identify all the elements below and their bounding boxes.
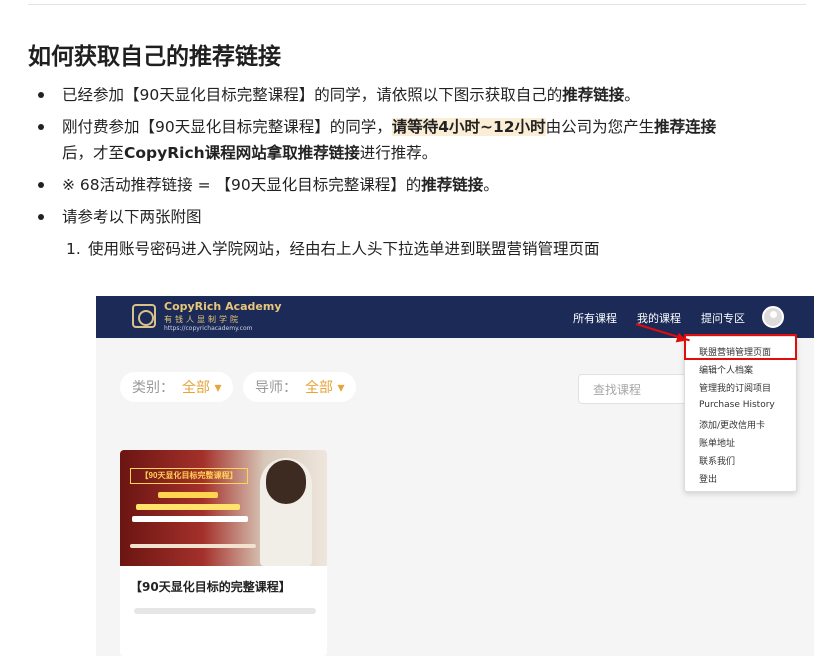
thumb-text-line xyxy=(136,504,240,510)
list-item: 已经参加【90天显化目标完整课程】的同学，请依照以下图示获取自己的推荐链接。 xyxy=(28,82,808,108)
avatar[interactable] xyxy=(762,306,784,328)
brand-subtitle: 有钱人显制学院 xyxy=(164,315,241,324)
nav-all-courses[interactable]: 所有课程 xyxy=(573,310,617,326)
step-number: 1. xyxy=(66,240,81,258)
instructor-filter-value[interactable]: 全部 ▾ xyxy=(305,377,344,397)
thumb-text-line xyxy=(132,516,248,522)
step-text: 使用账号密码进入学院网站，经由右上人头下拉选单进到联盟营销管理页面 xyxy=(88,240,600,258)
bullet3-text: ※ 68活动推荐链接 = 【90天显化目标完整课程】的 xyxy=(62,176,422,194)
bullet3-end: 。 xyxy=(483,176,499,194)
instruction-list: 已经参加【90天显化目标完整课程】的同学，请依照以下图示获取自己的推荐链接。 刚… xyxy=(28,82,808,230)
bullet2-text: 刚付费参加【90天显化目标完整课程】的同学， xyxy=(62,118,392,136)
bullet2-bold2: CopyRich课程网站拿取推荐链接 xyxy=(124,144,360,162)
menu-item-logout[interactable]: 登出 xyxy=(699,472,717,485)
list-item: 请参考以下两张附图 xyxy=(28,204,808,230)
highlight-box xyxy=(684,334,797,360)
menu-item-credit-card[interactable]: 添加/更改信用卡 xyxy=(699,418,765,431)
category-filter-value[interactable]: 全部 ▾ xyxy=(182,377,221,397)
bullet2-bold1: 推荐连接 xyxy=(654,118,717,136)
menu-item-purchase-history[interactable]: Purchase History xyxy=(699,400,775,410)
menu-item-edit-profile[interactable]: 编辑个人档案 xyxy=(699,363,753,376)
brand-url: https://copyrichacademy.com xyxy=(164,325,253,332)
embedded-screenshot: CopyRich Academy 有钱人显制学院 https://copyric… xyxy=(96,296,814,656)
site-navbar: CopyRich Academy 有钱人显制学院 https://copyric… xyxy=(96,296,814,338)
page-title: 如何获取自己的推荐链接 xyxy=(28,44,281,70)
thumb-banner: 【90天显化目标完整课程】 xyxy=(130,468,248,484)
bullet1-text: 已经参加【90天显化目标完整课程】的同学，请依照以下图示获取自己的 xyxy=(62,86,563,104)
bullet2-end: 进行推荐。 xyxy=(359,144,438,162)
bullet2-mid2: 后，才至 xyxy=(62,144,125,162)
instructor-filter-label: 导师： xyxy=(255,380,297,396)
thumb-text-line xyxy=(158,492,218,498)
bullet3-bold: 推荐链接 xyxy=(421,176,484,194)
course-card[interactable]: 【90天显化目标完整课程】 【90天显化目标的完整课程】 xyxy=(120,450,327,656)
bullet4-text: 请参考以下两张附图 xyxy=(62,208,202,226)
menu-item-subscriptions[interactable]: 管理我的订阅项目 xyxy=(699,381,771,394)
search-input[interactable]: 查找课程 xyxy=(578,374,688,404)
menu-item-billing-address[interactable]: 账单地址 xyxy=(699,436,735,449)
menu-item-contact[interactable]: 联系我们 xyxy=(699,454,735,467)
brand-logo-icon xyxy=(132,304,156,328)
course-thumbnail[interactable]: 【90天显化目标完整课程】 xyxy=(120,450,327,566)
top-divider xyxy=(28,4,806,5)
course-title[interactable]: 【90天显化目标的完整课程】 xyxy=(130,578,291,595)
bullet2-mid: 由公司为您产生 xyxy=(545,118,655,136)
category-filter[interactable]: 类别： 全部 ▾ xyxy=(120,372,234,402)
instructor-hair xyxy=(266,460,306,504)
nav-my-courses[interactable]: 我的课程 xyxy=(637,310,681,326)
article: 如何获取自己的推荐链接 已经参加【90天显化目标完整课程】的同学，请依照以下图示… xyxy=(28,40,808,262)
bullet1-bold: 推荐链接 xyxy=(562,86,625,104)
instructor-filter[interactable]: 导师： 全部 ▾ xyxy=(243,372,357,402)
step-list: 1. 使用账号密码进入学院网站，经由右上人头下拉选单进到联盟营销管理页面 xyxy=(28,236,808,262)
category-filter-label: 类别： xyxy=(132,380,174,396)
list-item: 刚付费参加【90天显化目标完整课程】的同学，请等待4小时~12小时由公司为您产生… xyxy=(28,114,808,166)
nav-questions[interactable]: 提问专区 xyxy=(701,310,745,326)
course-progress-bar xyxy=(134,608,316,614)
list-item: ※ 68活动推荐链接 = 【90天显化目标完整课程】的推荐链接。 xyxy=(28,172,808,198)
brand-name: CopyRich Academy xyxy=(164,300,282,313)
bullet2-highlight: 请等待4小时~12小时 xyxy=(391,118,546,136)
step-item: 1. 使用账号密码进入学院网站，经由右上人头下拉选单进到联盟营销管理页面 xyxy=(66,236,808,262)
thumb-text-line xyxy=(130,544,256,548)
bullet1-end: 。 xyxy=(624,86,640,104)
